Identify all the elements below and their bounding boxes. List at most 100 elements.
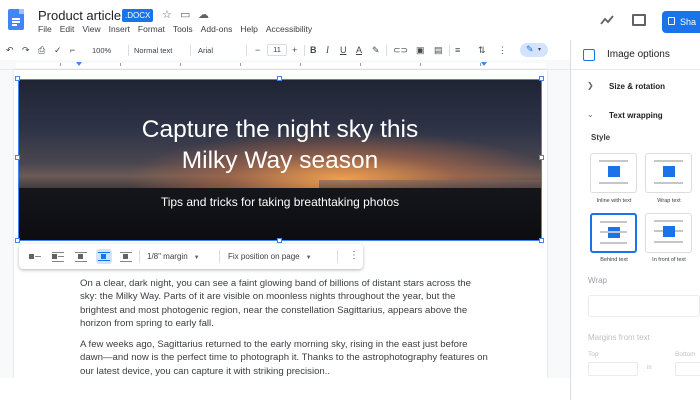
print-icon[interactable]: ⎙: [38, 44, 45, 56]
wrap-option-label: Wrap text: [657, 198, 681, 204]
inline-wrap-icon[interactable]: [29, 251, 41, 262]
decrease-font-icon[interactable]: −: [255, 44, 260, 56]
line-spacing-icon[interactable]: ⇅: [478, 44, 486, 56]
wrap-option-label: Inline with text: [596, 198, 632, 204]
wrap-option-inline[interactable]: [590, 153, 637, 193]
share-label: Sha: [680, 17, 697, 27]
pencil-icon: ✎: [526, 44, 534, 54]
text-wrapping-section[interactable]: ⌄ Text wrapping: [571, 103, 700, 129]
wrap-option-behind-text[interactable]: [590, 213, 637, 253]
chevron-down-icon: ▼: [193, 255, 200, 261]
font-family-select[interactable]: Arial: [198, 45, 213, 56]
resize-handle-top[interactable]: [277, 76, 282, 81]
panel-title: Image options: [607, 49, 670, 60]
style-label: Style: [591, 133, 611, 142]
formatting-toolbar: ↶ ↷ ⎙ ✓ ⌐ 100% Normal text Arial − 11 + …: [0, 40, 570, 60]
paint-format-icon[interactable]: ⌐: [70, 44, 75, 56]
highlight-icon[interactable]: ✎: [372, 44, 380, 56]
chevron-down-icon: ⌄: [587, 110, 594, 119]
menu-tools[interactable]: Tools: [173, 23, 193, 35]
menu-bar: File Edit View Insert Format Tools Add-o…: [38, 23, 312, 35]
behind-text-icon[interactable]: [96, 249, 112, 264]
spellcheck-icon[interactable]: ✓: [54, 44, 62, 56]
wrap-option-wrap-text[interactable]: [645, 153, 692, 193]
lock-icon: [668, 17, 675, 25]
menu-edit[interactable]: Edit: [60, 23, 75, 35]
redo-icon[interactable]: ↷: [22, 44, 30, 56]
toolbar-divider: [128, 45, 129, 56]
bold-icon[interactable]: B: [310, 44, 317, 56]
activity-trend-icon[interactable]: [600, 14, 614, 26]
position-select[interactable]: Fix position on page ▼: [228, 251, 312, 264]
increase-font-icon[interactable]: +: [292, 44, 297, 56]
resize-handle-bottom-right[interactable]: [539, 238, 544, 243]
menu-accessibility[interactable]: Accessibility: [266, 23, 312, 35]
menu-view[interactable]: View: [82, 23, 100, 35]
hero-subtitle: Tips and tricks for taking breathtaking …: [160, 195, 400, 209]
text-color-icon[interactable]: A: [356, 44, 362, 56]
docs-logo-icon[interactable]: [8, 9, 24, 30]
break-text-icon[interactable]: [75, 251, 87, 262]
undo-icon[interactable]: ↶: [6, 44, 14, 56]
menu-addons[interactable]: Add-ons: [201, 23, 233, 35]
margins-label: Margins from text: [588, 333, 650, 342]
comment-icon[interactable]: ▣: [416, 44, 425, 56]
editing-mode-button[interactable]: ✎ ▾: [520, 43, 548, 57]
resize-handle-bottom-left[interactable]: [15, 238, 20, 243]
horizontal-ruler[interactable]: [0, 60, 570, 70]
toolbar-divider: [386, 45, 387, 56]
menu-format[interactable]: Format: [138, 23, 165, 35]
cloud-status-icon[interactable]: ☁: [198, 8, 209, 22]
document-title[interactable]: Product article: [38, 8, 121, 23]
wrap-select[interactable]: [588, 295, 700, 317]
resize-handle-left[interactable]: [15, 155, 20, 160]
margin-unit: in: [647, 365, 652, 371]
toolbar-divider: [246, 45, 247, 56]
chevron-down-icon: ▾: [538, 47, 542, 53]
more-options-icon[interactable]: ⋮: [498, 44, 507, 56]
panel-header: Image options: [571, 40, 700, 70]
zoom-select[interactable]: 100%: [92, 45, 111, 56]
body-paragraph-2[interactable]: A few weeks ago, Sagittarius returned to…: [80, 338, 490, 378]
bottom-margin-label: Bottom: [675, 351, 696, 358]
body-paragraph-1[interactable]: On a clear, dark night, you can see a fa…: [80, 277, 490, 330]
insert-image-icon[interactable]: ▤: [434, 44, 443, 56]
margin-select[interactable]: 1/8" margin ▼: [147, 251, 200, 264]
top-margin-label: Top: [588, 351, 599, 358]
resize-handle-right[interactable]: [539, 155, 544, 160]
chevron-right-icon: ❯: [587, 81, 594, 90]
comments-icon[interactable]: [632, 14, 646, 26]
image-context-toolbar: 1/8" margin ▼ Fix position on page ▼ ⋮: [19, 244, 363, 269]
wrap-label: Wrap: [588, 276, 607, 285]
italic-icon[interactable]: I: [326, 44, 329, 56]
resize-handle-bottom[interactable]: [277, 238, 282, 243]
size-rotation-section[interactable]: ❯ Size & rotation: [571, 74, 700, 100]
wrap-text-icon[interactable]: [52, 251, 64, 262]
top-margin-input[interactable]: [588, 362, 638, 376]
font-size-input[interactable]: 11: [267, 44, 287, 56]
paragraph-style-select[interactable]: Normal text: [134, 45, 172, 56]
star-icon[interactable]: ☆: [162, 8, 172, 22]
share-button[interactable]: Sha: [662, 11, 700, 33]
more-options-icon[interactable]: ⋮: [349, 250, 359, 262]
in-front-of-text-icon[interactable]: [120, 251, 132, 262]
menu-help[interactable]: Help: [240, 23, 257, 35]
chevron-down-icon: ▼: [305, 255, 312, 261]
move-folder-icon[interactable]: ▭: [180, 8, 190, 22]
toolbar-divider: [304, 45, 305, 56]
link-icon[interactable]: ⊂⊃: [393, 44, 408, 56]
menu-file[interactable]: File: [38, 23, 52, 35]
bottom-margin-input[interactable]: [675, 362, 700, 376]
right-indent-marker[interactable]: [481, 62, 487, 66]
header-image[interactable]: Capture the night sky this Milky Way sea…: [18, 79, 542, 241]
resize-handle-top-left[interactable]: [15, 76, 20, 81]
left-indent-marker[interactable]: [76, 62, 82, 66]
resize-handle-top-right[interactable]: [539, 76, 544, 81]
align-icon[interactable]: ≡: [455, 44, 460, 56]
app-header: Product article .DOCX ☆ ▭ ☁ File Edit Vi…: [0, 0, 700, 40]
underline-icon[interactable]: U: [340, 44, 347, 56]
wrap-option-in-front[interactable]: [645, 213, 692, 253]
wrap-option-label: Behind text: [600, 257, 628, 263]
menu-insert[interactable]: Insert: [109, 23, 130, 35]
toolbar-divider: [449, 45, 450, 56]
